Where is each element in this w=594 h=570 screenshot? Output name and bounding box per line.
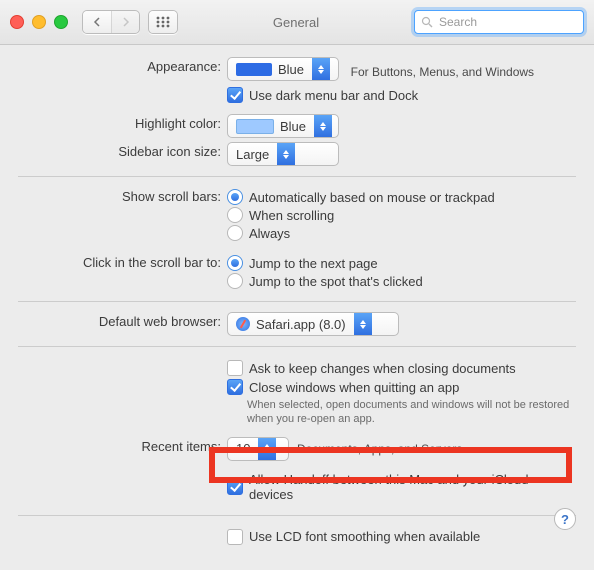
nav-back-forward (82, 10, 140, 34)
highlight-label: Highlight color: (18, 114, 227, 131)
recent-select[interactable]: 10 (227, 437, 289, 461)
chevron-updown-icon (314, 115, 332, 137)
back-button[interactable] (83, 11, 111, 33)
safari-icon (236, 317, 250, 331)
scrollbars-always-radio[interactable]: Always (227, 225, 576, 241)
dark-menubar-checkbox[interactable]: Use dark menu bar and Dock (227, 87, 576, 103)
checkbox-icon (227, 479, 243, 495)
appearance-hint: For Buttons, Menus, and Windows (351, 65, 534, 79)
window-title: General (178, 15, 414, 30)
color-swatch-blue-icon (236, 63, 272, 76)
forward-button[interactable] (111, 11, 139, 33)
scrollbars-scrolling-radio[interactable]: When scrolling (227, 207, 576, 223)
separator (18, 176, 576, 177)
chevron-updown-icon (258, 438, 276, 460)
close-windows-note: When selected, open documents and window… (247, 398, 576, 427)
separator (18, 301, 576, 302)
highlight-value: Blue (280, 119, 306, 134)
scrollbars-label: Show scroll bars: (18, 187, 227, 204)
browser-label: Default web browser: (18, 312, 227, 329)
recent-after: Documents, Apps, and Servers (297, 442, 462, 456)
appearance-select[interactable]: Blue (227, 57, 339, 81)
browser-value: Safari.app (8.0) (256, 317, 346, 332)
separator (18, 346, 576, 347)
chevron-updown-icon (277, 143, 295, 165)
scrollclick-spot-radio[interactable]: Jump to the spot that's clicked (227, 273, 576, 289)
recent-label: Recent items: (18, 437, 227, 454)
recent-value: 10 (236, 441, 250, 456)
close-icon[interactable] (10, 15, 24, 29)
scrollbars-auto-label: Automatically based on mouse or trackpad (249, 190, 495, 205)
checkbox-icon (227, 360, 243, 376)
help-button[interactable]: ? (554, 508, 576, 530)
checkbox-icon (227, 379, 243, 395)
radio-icon (227, 273, 243, 289)
checkbox-icon (227, 87, 243, 103)
separator (18, 515, 576, 516)
search-icon (421, 16, 433, 28)
grid-icon (149, 11, 177, 33)
highlight-select[interactable]: Blue (227, 114, 339, 138)
toolbar: General (0, 0, 594, 45)
scrollclick-spot-label: Jump to the spot that's clicked (249, 274, 423, 289)
ask-changes-label: Ask to keep changes when closing documen… (249, 361, 516, 376)
checkbox-icon (227, 529, 243, 545)
scrollbars-always-label: Always (249, 226, 290, 241)
radio-icon (227, 255, 243, 271)
ask-changes-checkbox[interactable]: Ask to keep changes when closing documen… (227, 360, 576, 376)
browser-select[interactable]: Safari.app (8.0) (227, 312, 399, 336)
radio-icon (227, 207, 243, 223)
lcd-smoothing-label: Use LCD font smoothing when available (249, 529, 480, 544)
close-windows-checkbox[interactable]: Close windows when quitting an app (227, 379, 576, 395)
handoff-label: Allow Handoff between this Mac and your … (249, 472, 576, 502)
sidebar-size-select[interactable]: Large (227, 142, 339, 166)
scrollclick-label: Click in the scroll bar to: (18, 253, 227, 270)
minimize-icon[interactable] (32, 15, 46, 29)
chevron-updown-icon (354, 313, 372, 335)
scrollbars-auto-radio[interactable]: Automatically based on mouse or trackpad (227, 189, 576, 205)
lcd-smoothing-checkbox[interactable]: Use LCD font smoothing when available (227, 529, 576, 545)
sidebar-size-label: Sidebar icon size: (18, 142, 227, 159)
scrollclick-next-label: Jump to the next page (249, 256, 378, 271)
dark-menubar-label: Use dark menu bar and Dock (249, 88, 418, 103)
scrollbars-scrolling-label: When scrolling (249, 208, 334, 223)
close-windows-label: Close windows when quitting an app (249, 380, 459, 395)
chevron-updown-icon (312, 58, 330, 80)
help-icon: ? (561, 512, 569, 527)
zoom-icon[interactable] (54, 15, 68, 29)
show-all-button[interactable] (148, 10, 178, 34)
search-field[interactable] (414, 10, 584, 34)
search-input[interactable] (437, 14, 594, 30)
color-swatch-lightblue-icon (236, 119, 274, 134)
window-controls (10, 15, 68, 29)
scrollclick-next-radio[interactable]: Jump to the next page (227, 255, 576, 271)
radio-icon (227, 189, 243, 205)
appearance-label: Appearance: (18, 57, 227, 74)
sidebar-size-value: Large (236, 147, 269, 162)
appearance-value: Blue (278, 62, 304, 77)
handoff-checkbox[interactable]: Allow Handoff between this Mac and your … (227, 472, 576, 502)
radio-icon (227, 225, 243, 241)
